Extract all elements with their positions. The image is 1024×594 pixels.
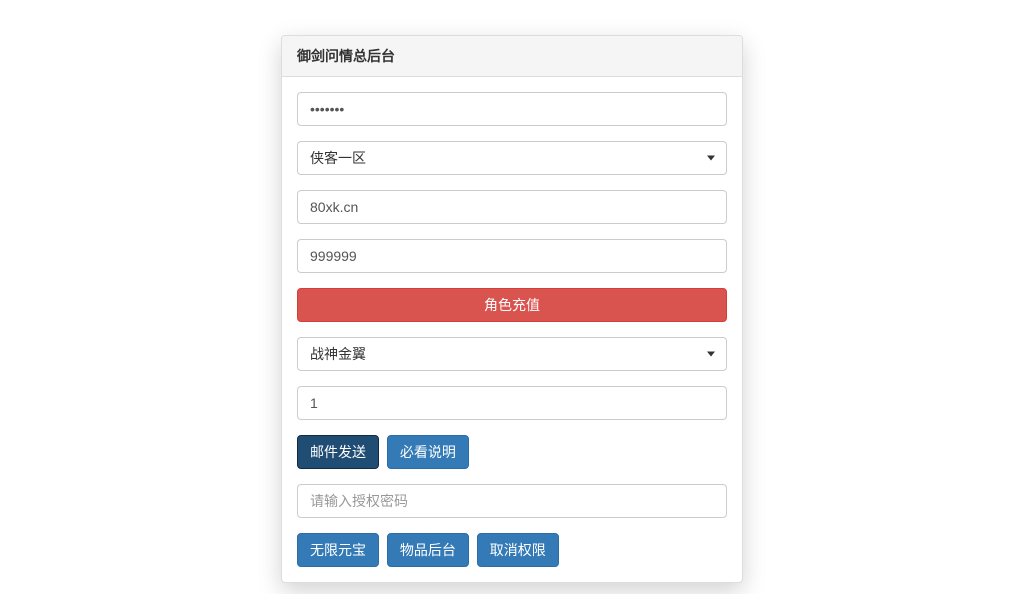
auth-code-input[interactable] [297,484,727,518]
mail-send-button[interactable]: 邮件发送 [297,435,379,469]
server-select-value: 侠客一区 [297,141,727,175]
quantity-input[interactable] [297,386,727,420]
amount-input[interactable] [297,239,727,273]
unlimited-gold-button[interactable]: 无限元宝 [297,533,379,567]
chevron-down-icon [707,156,715,161]
must-read-button[interactable]: 必看说明 [387,435,469,469]
password-input[interactable] [297,92,727,126]
item-backend-button[interactable]: 物品后台 [387,533,469,567]
item-select-value: 战神金翼 [297,337,727,371]
panel-heading: 御剑问情总后台 [282,36,742,77]
server-select[interactable]: 侠客一区 [297,141,727,175]
panel-body: 侠客一区 角色充值 战神金翼 邮件发送 必看说明 无限元宝 物品后台 [282,77,742,582]
domain-input[interactable] [297,190,727,224]
item-select[interactable]: 战神金翼 [297,337,727,371]
recharge-button[interactable]: 角色充值 [297,288,727,322]
admin-panel: 御剑问情总后台 侠客一区 角色充值 战神金翼 邮件发送 必看说明 [281,35,743,583]
chevron-down-icon [707,352,715,357]
revoke-permission-button[interactable]: 取消权限 [477,533,559,567]
panel-title: 御剑问情总后台 [297,46,727,66]
